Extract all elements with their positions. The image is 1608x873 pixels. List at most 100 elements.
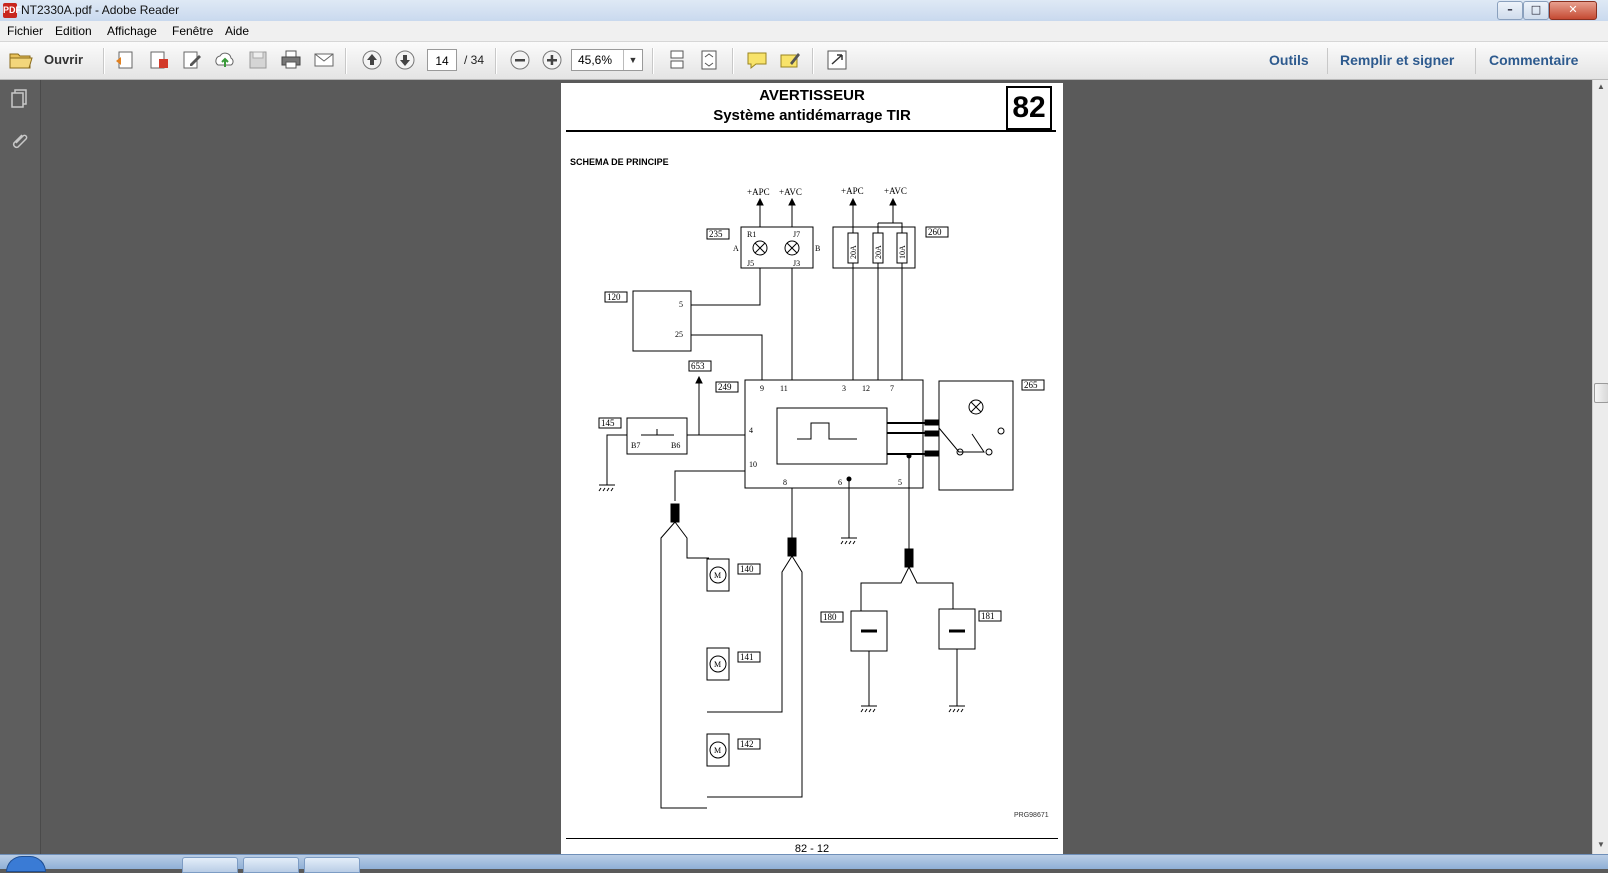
svg-text:B7: B7 xyxy=(631,441,640,450)
component-label: 120 xyxy=(607,292,621,302)
svg-text:3: 3 xyxy=(842,384,846,393)
supply-label: +AVC xyxy=(779,187,802,197)
menu-fichier[interactable]: Fichier xyxy=(7,24,43,38)
taskbar-item[interactable] xyxy=(182,857,238,873)
toolbar-separator xyxy=(1475,48,1476,74)
component-label: 653 xyxy=(691,361,705,371)
component-label: 249 xyxy=(718,382,732,392)
scroll-mode-icon[interactable] xyxy=(665,49,689,71)
attachment-icon[interactable] xyxy=(8,130,30,152)
svg-text:M: M xyxy=(714,660,721,669)
footer-rule xyxy=(566,838,1058,839)
start-button[interactable] xyxy=(6,856,46,872)
svg-text:B: B xyxy=(815,244,820,253)
supply-label: +APC xyxy=(747,187,770,197)
page-number-input[interactable]: 14 xyxy=(427,49,457,71)
taskbar-item[interactable] xyxy=(243,857,299,873)
menu-aide[interactable]: Aide xyxy=(225,24,249,38)
wiring-diagram: +APC +AVC +APC +AVC 235 R1 J7 J5 J3 A B … xyxy=(598,186,1045,809)
page-total: / 34 xyxy=(464,53,485,67)
component-label: 141 xyxy=(740,652,754,662)
zoom-out-icon[interactable] xyxy=(508,49,532,71)
maximize-button[interactable]: □ xyxy=(1523,1,1549,20)
previous-page-icon[interactable] xyxy=(360,49,384,71)
svg-text:10A: 10A xyxy=(898,245,907,259)
comment-icon[interactable] xyxy=(745,49,769,71)
svg-text:12: 12 xyxy=(862,384,870,393)
svg-text:5: 5 xyxy=(679,300,683,309)
toolbar-separator xyxy=(345,48,347,74)
menu-bar: Fichier Edition Affichage Fenêtre Aide xyxy=(0,21,1608,42)
vertical-scrollbar[interactable]: ▲ ▼ xyxy=(1592,80,1608,854)
chevron-down-icon[interactable]: ▼ xyxy=(623,50,642,70)
folder-icon xyxy=(9,53,33,69)
next-page-icon[interactable] xyxy=(393,49,417,71)
component-label: 180 xyxy=(823,612,837,622)
window-title: NT2330A.pdf - Adobe Reader xyxy=(21,3,180,17)
component-label: 142 xyxy=(740,739,754,749)
upload-cloud-icon[interactable] xyxy=(213,49,237,71)
svg-text:M: M xyxy=(714,571,721,580)
email-icon[interactable] xyxy=(312,49,336,71)
component-label: 235 xyxy=(709,229,723,239)
svg-text:5: 5 xyxy=(898,478,902,487)
open-label[interactable]: Ouvrir xyxy=(44,52,83,67)
component-label: 145 xyxy=(601,418,615,428)
navigation-panel xyxy=(0,80,41,854)
supply-label: +AVC xyxy=(884,186,907,196)
svg-text:J7: J7 xyxy=(793,230,800,239)
zoom-in-icon[interactable] xyxy=(540,49,564,71)
save-icon[interactable] xyxy=(246,49,270,71)
svg-text:7: 7 xyxy=(890,384,894,393)
minimize-button[interactable]: – xyxy=(1497,1,1523,20)
svg-text:20A: 20A xyxy=(874,245,883,259)
print-icon[interactable] xyxy=(279,49,303,71)
svg-text:J5: J5 xyxy=(747,259,754,268)
title-bar: PDF NT2330A.pdf - Adobe Reader – □ ✕ xyxy=(0,0,1608,22)
toolbar-separator xyxy=(812,48,814,74)
close-button[interactable]: ✕ xyxy=(1549,1,1597,20)
scroll-up-icon[interactable]: ▲ xyxy=(1595,82,1607,94)
menu-fenetre[interactable]: Fenêtre xyxy=(172,24,213,38)
svg-text:11: 11 xyxy=(780,384,788,393)
menu-affichage[interactable]: Affichage xyxy=(107,24,157,38)
fullscreen-icon[interactable] xyxy=(825,49,849,71)
pdf-page: AVERTISSEUR Système antidémarrage TIR 82… xyxy=(561,83,1063,855)
toolbar-separator xyxy=(103,48,105,74)
tools-link[interactable]: Outils xyxy=(1269,52,1309,68)
create-pdf-icon[interactable] xyxy=(114,49,138,71)
comment-link[interactable]: Commentaire xyxy=(1489,52,1578,68)
pages-panel-icon[interactable] xyxy=(8,88,30,110)
taskbar xyxy=(0,854,1608,873)
taskbar-item[interactable] xyxy=(304,857,360,873)
svg-text:J3: J3 xyxy=(793,259,800,268)
svg-text:M: M xyxy=(714,746,721,755)
adobe-reader-icon: PDF xyxy=(3,3,21,18)
menu-edition[interactable]: Edition xyxy=(55,24,92,38)
supply-label: +APC xyxy=(841,186,864,196)
component-label: 260 xyxy=(928,227,942,237)
toolbar-separator xyxy=(1327,48,1328,74)
highlight-icon[interactable] xyxy=(778,49,802,71)
reference-code: PRG98671 xyxy=(1014,812,1049,819)
fit-page-icon[interactable] xyxy=(697,49,721,71)
svg-text:R1: R1 xyxy=(747,230,756,239)
svg-text:B6: B6 xyxy=(671,441,680,450)
svg-text:8: 8 xyxy=(783,478,787,487)
zoom-select[interactable]: 45,6% ▼ xyxy=(571,49,643,71)
open-button[interactable] xyxy=(8,49,34,71)
scrollbar-thumb[interactable] xyxy=(1594,383,1608,403)
svg-text:9: 9 xyxy=(760,384,764,393)
component-label: 140 xyxy=(740,564,754,574)
svg-text:20A: 20A xyxy=(849,245,858,259)
toolbar-separator xyxy=(652,48,654,74)
edit-pdf-icon[interactable] xyxy=(180,49,204,71)
export-pdf-icon[interactable] xyxy=(147,49,171,71)
svg-text:25: 25 xyxy=(675,330,683,339)
toolbar-separator xyxy=(495,48,497,74)
toolbar-separator xyxy=(732,48,734,74)
toolbar: Ouvrir 14 / 34 45,6% ▼ Outils Remplir et… xyxy=(0,42,1608,80)
svg-text:6: 6 xyxy=(838,478,842,487)
fill-sign-link[interactable]: Remplir et signer xyxy=(1340,52,1454,68)
scroll-down-icon[interactable]: ▼ xyxy=(1595,840,1607,852)
